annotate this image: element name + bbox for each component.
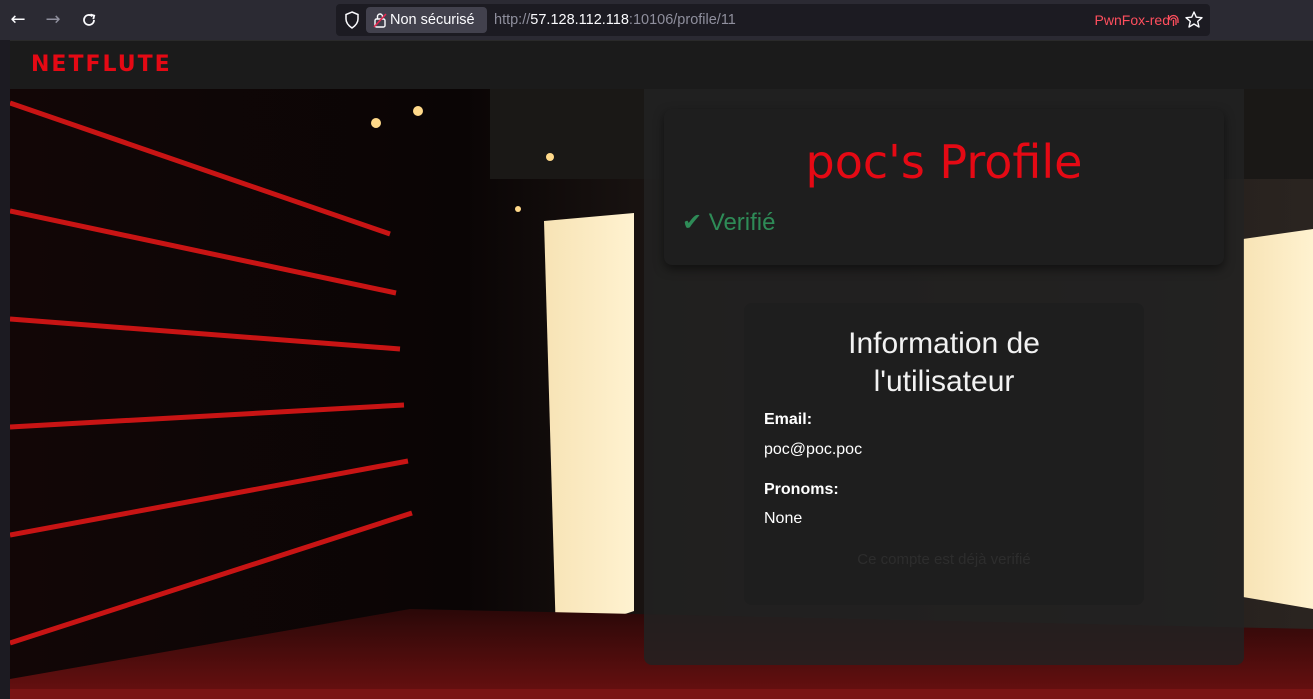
reload-icon[interactable] <box>77 8 101 32</box>
email-value: poc@poc.poc <box>764 441 863 458</box>
security-label: Non sécurisé <box>390 12 475 28</box>
shield-icon[interactable] <box>344 11 360 29</box>
back-arrow-icon[interactable]: ← <box>6 8 30 32</box>
insecure-lock-icon <box>373 13 387 28</box>
url-path: :10106/profile/11 <box>628 12 736 28</box>
profile-card: poc's Profile ✔ Verifié <box>664 109 1224 265</box>
page-title: poc's Profile <box>805 135 1083 189</box>
url-text[interactable]: http://57.128.112.118:10106/profile/11 <box>494 4 736 36</box>
user-info-title: Information de l'utilisateur <box>744 325 1144 401</box>
site-logo[interactable]: NETFLUTE <box>31 52 172 77</box>
user-info-title-line1: Information de <box>848 327 1040 360</box>
web-page: NETFLUTE poc's Profile ✔ Verifié Informa… <box>10 40 1313 699</box>
bookmark-star-icon[interactable] <box>1184 10 1204 30</box>
profile-panel: poc's Profile ✔ Verifié Information de l… <box>644 89 1244 665</box>
user-info-title-line2: l'utilisateur <box>873 365 1015 398</box>
container-label[interactable]: PwnFox-red <box>1095 4 1170 36</box>
fingerprint-icon <box>1168 14 1179 26</box>
window-edge <box>0 40 10 699</box>
verification-note: Ce compte est déjà verifié <box>857 551 1031 568</box>
browser-toolbar: ← → Non sécurisé http://57.128.112.118:1… <box>0 0 1313 40</box>
email-label: Email: <box>764 411 813 428</box>
security-indicator[interactable]: Non sécurisé <box>366 7 487 33</box>
url-host: 57.128.112.118 <box>530 12 629 28</box>
verified-badge: ✔ Verifié <box>682 209 776 236</box>
user-info-card: Information de l'utilisateur Email: poc@… <box>744 303 1144 605</box>
forward-arrow-icon[interactable]: → <box>41 8 65 32</box>
url-scheme: http:// <box>494 12 531 28</box>
pronouns-label: Pronoms: <box>764 481 839 498</box>
pronouns-value: None <box>764 510 803 527</box>
site-header: NETFLUTE <box>10 40 1313 89</box>
address-bar[interactable]: Non sécurisé http://57.128.112.118:10106… <box>336 4 1210 36</box>
